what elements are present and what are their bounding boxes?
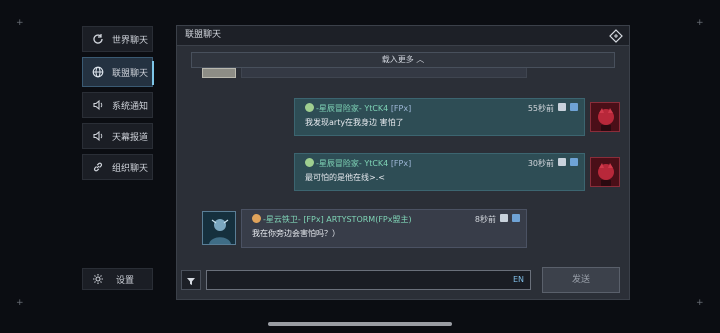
share-icon[interactable] (512, 214, 520, 222)
avatar (202, 68, 236, 78)
share-icon[interactable] (570, 103, 578, 111)
avatar[interactable] (590, 157, 620, 187)
avatar[interactable] (202, 211, 236, 245)
chat-input[interactable] (206, 270, 531, 290)
home-indicator[interactable] (268, 322, 452, 326)
rank-badge-icon (252, 214, 261, 223)
diamond-icon[interactable] (609, 29, 623, 43)
sidebar-item-label: 系统通知 (112, 101, 149, 112)
rank-badge-icon (305, 103, 314, 112)
rank-badge-icon (305, 158, 314, 167)
chat-panel: 联盟聊天 载入更多 ︿ -星辰冒险家- YtCK4 [FPx] 55秒前 我发现… (176, 25, 630, 300)
message-time: 30秒前 (527, 159, 554, 168)
message-text: 最可怕的是他在线>.< (305, 173, 385, 182)
message-bubble[interactable]: -星辰冒险家- YtCK4 [FPx] 55秒前 我发现arty在我身边 害怕了 (294, 98, 585, 136)
load-more-button[interactable]: 载入更多 ︿ (191, 52, 615, 68)
panel-header: 联盟聊天 (177, 26, 629, 46)
message-time: 8秒前 (474, 215, 496, 224)
sidebar-item-org-chat[interactable]: 组织聊天 (82, 154, 153, 180)
sidebar-item-label: 天幕报道 (112, 132, 149, 143)
message-bubble (241, 68, 527, 78)
message-text: 我发现arty在我身边 害怕了 (305, 118, 404, 127)
filter-button[interactable] (181, 270, 201, 290)
message-text: 我在你旁边会害怕吗？） (252, 229, 340, 238)
message-time: 55秒前 (527, 104, 554, 113)
translate-icon[interactable] (558, 103, 566, 111)
sidebar-item-world-chat[interactable]: 世界聊天 (82, 26, 153, 52)
message-bubble[interactable]: -星云铁卫- [FPx] ARTYSTORM(FPx盟主) 8秒前 我在你旁边会… (241, 209, 527, 248)
sidebar-item-label: 联盟聊天 (112, 68, 149, 79)
language-toggle[interactable]: EN (513, 275, 524, 284)
translate-icon[interactable] (500, 214, 508, 222)
globe-icon (90, 64, 106, 80)
send-button[interactable]: 发送 (542, 267, 620, 293)
message-bubble[interactable]: -星辰冒险家- YtCK4 [FPx] 30秒前 最可怕的是他在线>.< (294, 153, 585, 191)
sidebar-item-label: 世界聊天 (112, 35, 149, 46)
avatar[interactable] (590, 102, 620, 132)
sender-name: -星云铁卫- [FPx] ARTYSTORM(FPx盟主) (252, 214, 412, 225)
sidebar-item-sky-report[interactable]: 天幕报道 (82, 123, 153, 149)
speaker-icon (90, 128, 106, 144)
sender-name: -星辰冒险家- YtCK4 [FPx] (305, 158, 411, 169)
filter-icon (186, 271, 196, 290)
settings-button[interactable]: 设置 (82, 268, 153, 290)
sidebar-item-alliance-chat[interactable]: 联盟聊天 (82, 57, 154, 87)
refresh-icon (90, 31, 106, 47)
sidebar-item-system-notice[interactable]: 系统通知 (82, 92, 153, 118)
share-icon[interactable] (570, 158, 578, 166)
sidebar-item-label: 组织聊天 (112, 163, 149, 174)
translate-icon[interactable] (558, 158, 566, 166)
speaker-icon (90, 97, 106, 113)
panel-title: 联盟聊天 (185, 30, 222, 40)
gear-icon (90, 271, 106, 287)
link-icon (90, 159, 106, 175)
sender-name: -星辰冒险家- YtCK4 [FPx] (305, 103, 411, 114)
settings-label: 设置 (116, 275, 135, 286)
